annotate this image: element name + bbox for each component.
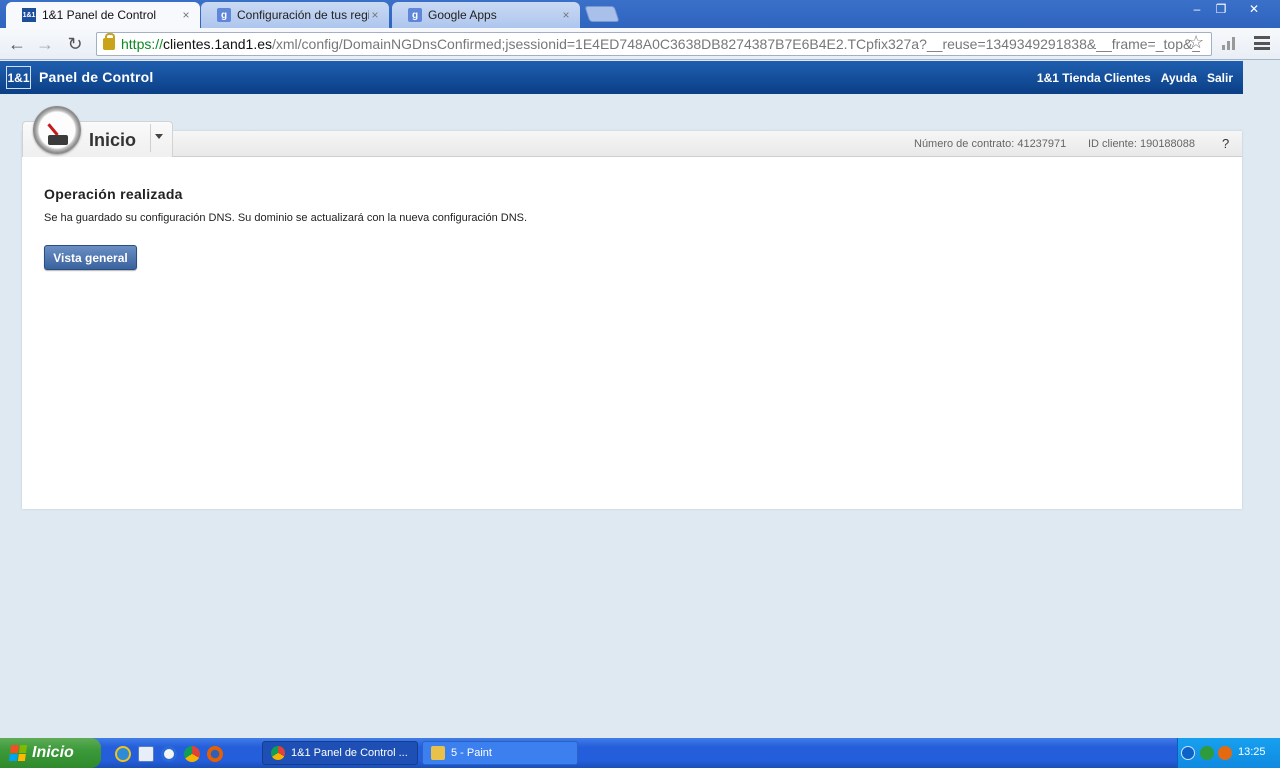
section-title: Inicio (89, 130, 137, 150)
tab-1and1-panel[interactable]: 1&1 1&1 Panel de Control × (6, 2, 200, 28)
taskbar-window-label: 5 - Paint (451, 747, 492, 759)
bookmark-star-icon[interactable]: ☆ (1188, 32, 1204, 53)
chrome-icon[interactable] (184, 746, 200, 762)
page-action-icon[interactable] (1222, 36, 1238, 50)
explorer-icon[interactable] (138, 746, 154, 762)
media-player-icon[interactable] (161, 746, 177, 762)
google-favicon: g (408, 8, 422, 22)
content-panel (22, 131, 1242, 509)
taskbar: Inicio 1&1 Panel de Control ... 5 - Pain… (0, 738, 1280, 768)
divider (150, 124, 151, 152)
start-button[interactable]: Inicio (0, 738, 101, 768)
close-tab-icon[interactable]: × (560, 8, 572, 22)
lock-icon (103, 33, 115, 50)
taskbar-window-chrome[interactable]: 1&1 Panel de Control ... (262, 741, 418, 765)
link-tienda-clientes[interactable]: 1&1 Tienda Clientes (1037, 71, 1151, 85)
tab-google-apps[interactable]: g Google Apps × (392, 2, 580, 28)
message-text: Se ha guardado su configuración DNS. Su … (44, 212, 528, 224)
network-icon[interactable] (1200, 746, 1214, 760)
contract-number: Número de contrato: 41237971 (914, 138, 1067, 150)
url-scheme: https:// (121, 36, 164, 52)
browser-toolbar: ← → ↻ https:// clientes.1and1.es /xml/co… (0, 28, 1280, 60)
taskbar-window-label: 1&1 Panel de Control ... (291, 747, 408, 759)
tab-configuracion[interactable]: g Configuración de tus registros × (201, 2, 389, 28)
paint-icon (431, 746, 445, 760)
reload-icon[interactable]: ↻ (64, 34, 86, 54)
forward-arrow-icon[interactable]: → (34, 34, 56, 54)
close-window-button[interactable]: ✕ (1236, 0, 1272, 18)
url-host: clientes.1and1.es (163, 36, 272, 52)
google-favicon: g (217, 8, 231, 22)
firefox-icon[interactable] (207, 746, 223, 762)
tab-label: Configuración de tus registros (237, 8, 369, 22)
help-icon[interactable]: ? (1222, 136, 1229, 151)
close-tab-icon[interactable]: × (180, 8, 192, 22)
overview-button[interactable]: Vista general (44, 245, 137, 270)
chrome-icon (271, 746, 285, 760)
taskbar-window-paint[interactable]: 5 - Paint (422, 741, 578, 765)
client-id: ID cliente: 190188088 (1088, 138, 1196, 150)
1and1-favicon: 1&1 (22, 8, 36, 22)
url-path: /xml/config/DomainNGDnsConfirmed;jsessio… (272, 36, 1201, 52)
windows-logo-icon (8, 745, 28, 761)
chrome-menu-icon[interactable] (1254, 36, 1270, 50)
browser-tab-strip: 1&1 1&1 Panel de Control × g Configuraci… (0, 0, 1280, 28)
internet-explorer-icon[interactable] (115, 746, 131, 762)
link-ayuda[interactable]: Ayuda (1161, 71, 1197, 85)
speedometer-icon (33, 106, 81, 154)
clock: 13:25 (1238, 746, 1266, 758)
restore-button[interactable]: ❐ (1208, 0, 1234, 18)
close-tab-icon[interactable]: × (369, 8, 381, 22)
1and1-logo[interactable]: 1&1 (6, 66, 31, 89)
message-title: Operación realizada (44, 186, 183, 202)
header-links: 1&1 Tienda Clientes Ayuda Salir (1037, 71, 1233, 85)
tab-label: Google Apps (428, 8, 497, 22)
minimize-button[interactable]: – (1184, 0, 1210, 18)
link-salir[interactable]: Salir (1207, 71, 1233, 85)
site-title: Panel de Control (39, 69, 154, 85)
tab-label: 1&1 Panel de Control (42, 8, 157, 22)
new-tab-button[interactable] (584, 6, 620, 22)
start-label: Inicio (32, 744, 74, 761)
show-hidden-icons-icon[interactable] (1181, 746, 1195, 760)
chevron-down-icon[interactable] (155, 134, 163, 139)
antivirus-icon[interactable] (1218, 746, 1232, 760)
site-header: 1&1 Panel de Control 1&1 Tienda Clientes… (0, 61, 1243, 94)
back-arrow-icon[interactable]: ← (6, 34, 28, 54)
address-bar[interactable]: https:// clientes.1and1.es /xml/config/D… (96, 32, 1212, 56)
